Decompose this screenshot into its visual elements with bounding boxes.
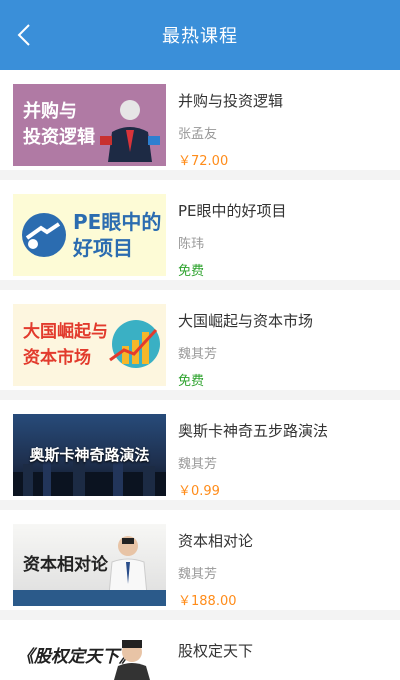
page-title: 最热课程 [162,26,238,47]
skyline-strip [13,590,166,606]
businessman-icon [100,100,160,162]
course-thumbnail: 并购与 投资逻辑 [13,84,166,166]
thumbnail-text: 资本相对论 [23,555,108,575]
header: 最热课程 [0,0,400,70]
thumbnail-text: 大国崛起与 [23,322,108,342]
course-list: 并购与 投资逻辑 并购与投资逻辑 张孟友 ￥72.00 PE眼中的 好项目 PE… [0,70,400,680]
course-item[interactable]: 《股权定天下》 股权定天下 [0,620,400,680]
course-teacher: 魏其芳 [178,347,218,362]
thumbnail-text: 投资逻辑 [23,127,95,148]
course-title: PE眼中的好项目 [178,202,287,220]
course-price: 免费 [178,374,205,389]
course-item[interactable]: PE眼中的 好项目 PE眼中的好项目 陈玮 免费 [0,180,400,280]
thumbnail-text: PE眼中的 [73,210,162,234]
course-title: 并购与投资逻辑 [178,92,284,110]
course-title: 资本相对论 [178,532,254,550]
course-title: 股权定天下 [178,642,254,660]
course-price: ￥72.00 [178,154,229,169]
course-thumbnail: 《股权定天下》 [13,634,166,680]
thumbnail-text: 资本市场 [23,348,91,368]
course-thumbnail: 资本相对论 [13,524,166,606]
course-teacher: 魏其芳 [178,567,218,582]
thumbnail-text: 并购与 [23,101,77,122]
handshake-icon [22,213,66,257]
course-price: 免费 [178,264,205,279]
course-price: ￥188.00 [178,594,237,609]
course-teacher: 魏其芳 [178,457,218,472]
course-teacher: 陈玮 [178,237,205,252]
course-title: 奥斯卡神奇五步路演法 [178,422,329,440]
course-teacher: 张孟友 [178,127,218,142]
growth-chart-icon [109,320,160,368]
course-title: 大国崛起与资本市场 [178,312,314,330]
course-price: ￥0.99 [178,484,220,499]
thumbnail-text: 奥斯卡神奇路演法 [29,446,150,464]
course-thumbnail: PE眼中的 好项目 [13,194,166,276]
course-item[interactable]: 奥斯卡神奇路演法 奥斯卡神奇五步路演法 魏其芳 ￥0.99 [0,400,400,500]
course-item[interactable]: 大国崛起与 资本市场 大国崛起与资本市场 魏其芳 免费 [0,290,400,390]
speaker-image [114,640,150,680]
thumbnail-text: 好项目 [73,236,133,260]
course-item[interactable]: 并购与 投资逻辑 并购与投资逻辑 张孟友 ￥72.00 [0,70,400,170]
course-item[interactable]: 资本相对论 资本相对论 魏其芳 ￥188.00 [0,510,400,610]
course-thumbnail: 大国崛起与 资本市场 [13,304,166,386]
course-thumbnail: 奥斯卡神奇路演法 [13,414,166,496]
